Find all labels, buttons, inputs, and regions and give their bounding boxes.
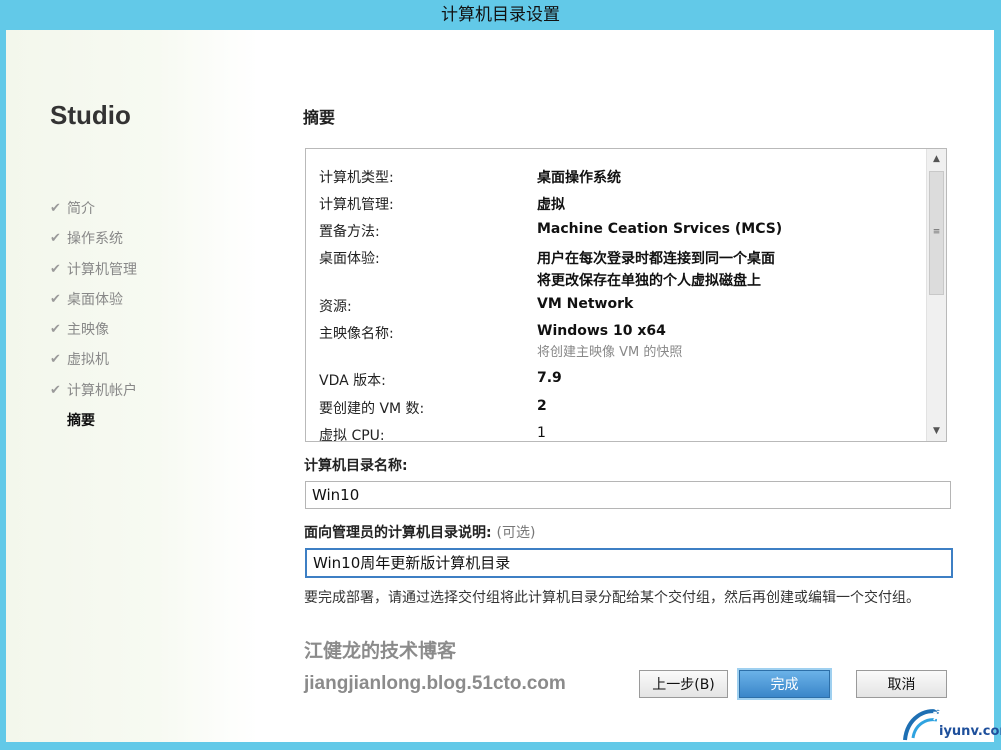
step-item-master-image[interactable]: ✔ 主映像 [50, 319, 137, 349]
summary-box[interactable]: 计算机类型: 桌面操作系统 计算机管理: 虚拟 置备方法: Machine Ceati… [305, 148, 947, 442]
checkmark-icon: ✔ [50, 291, 61, 307]
watermark-title: 江健龙的技术博客 [304, 640, 457, 662]
step-item-os[interactable]: ✔ 操作系统 [50, 228, 137, 258]
main-panel: 摘要 计算机类型: 桌面操作系统 计算机管理: 虚拟 置备方法: Machine Ce… [258, 30, 994, 742]
checkmark-icon: ✔ [50, 261, 61, 277]
finish-button[interactable]: 完成 [739, 670, 830, 698]
checkmark-icon: ✔ [50, 322, 61, 338]
scroll-up-arrow-icon[interactable]: ▲ [927, 149, 946, 169]
checkmark-icon: ✔ [50, 382, 61, 398]
site-logo: 运维网 iyunv.com [899, 700, 1001, 746]
scroll-down-arrow-icon[interactable]: ▼ [927, 421, 946, 441]
step-item-desktop-experience[interactable]: ✔ 桌面体验 [50, 289, 137, 319]
step-item-intro[interactable]: ✔ 简介 [50, 198, 137, 228]
summary-scrollbar[interactable]: ▲ ≡ ▼ [926, 149, 946, 441]
description-input[interactable]: Win10周年更新版计算机目录 [305, 548, 953, 578]
step-item-virtual-machines[interactable]: ✔ 虚拟机 [50, 349, 137, 379]
summary-rows: 计算机类型: 桌面操作系统 计算机管理: 虚拟 置备方法: Machine Ceati… [319, 170, 783, 441]
description-label: 面向管理员的计算机目录说明: (可选) [304, 525, 536, 541]
dialog-frame: Studio ✔ 简介 ✔ 操作系统 ✔ 计算机管理 ✔ 桌面体验 ✔ 主映像 ✔ 虚拟机 … [6, 30, 994, 742]
checkmark-icon: ✔ [50, 201, 61, 216]
scroll-thumb[interactable]: ≡ [929, 171, 944, 295]
back-button[interactable]: 上一步(B) [639, 670, 728, 698]
logo-text-en: iyunv.com [939, 724, 1001, 739]
cancel-button[interactable]: 取消 [856, 670, 947, 698]
catalog-name-input[interactable]: Win10 [305, 481, 951, 509]
checkmark-icon: ✔ [50, 352, 61, 368]
catalog-name-label: 计算机目录名称: [304, 458, 408, 474]
step-item-computer-accounts[interactable]: ✔ 计算机帐户 [50, 380, 137, 410]
step-item-summary[interactable]: 摘要 [50, 410, 137, 440]
watermark-url: jiangjianlong.blog.51cto.com [304, 673, 566, 694]
checkmark-icon: ✔ [50, 231, 61, 247]
step-item-machine-management[interactable]: ✔ 计算机管理 [50, 259, 137, 289]
window-title: 计算机目录设置 [441, 5, 560, 25]
completion-note: 要完成部署，请通过选择交付组将此计算机目录分配给某个交付组，然后再创建或编辑一个… [304, 590, 920, 606]
page-title: 摘要 [303, 108, 336, 127]
app-name: Studio [50, 100, 131, 130]
logo-text-cn: 运维网 [933, 707, 975, 723]
wizard-steps: ✔ 简介 ✔ 操作系统 ✔ 计算机管理 ✔ 桌面体验 ✔ 主映像 ✔ 虚拟机 ✔ 计算机帐户 … [50, 198, 137, 440]
wizard-sidebar: Studio ✔ 简介 ✔ 操作系统 ✔ 计算机管理 ✔ 桌面体验 ✔ 主映像 ✔ 虚拟机 … [6, 30, 258, 742]
